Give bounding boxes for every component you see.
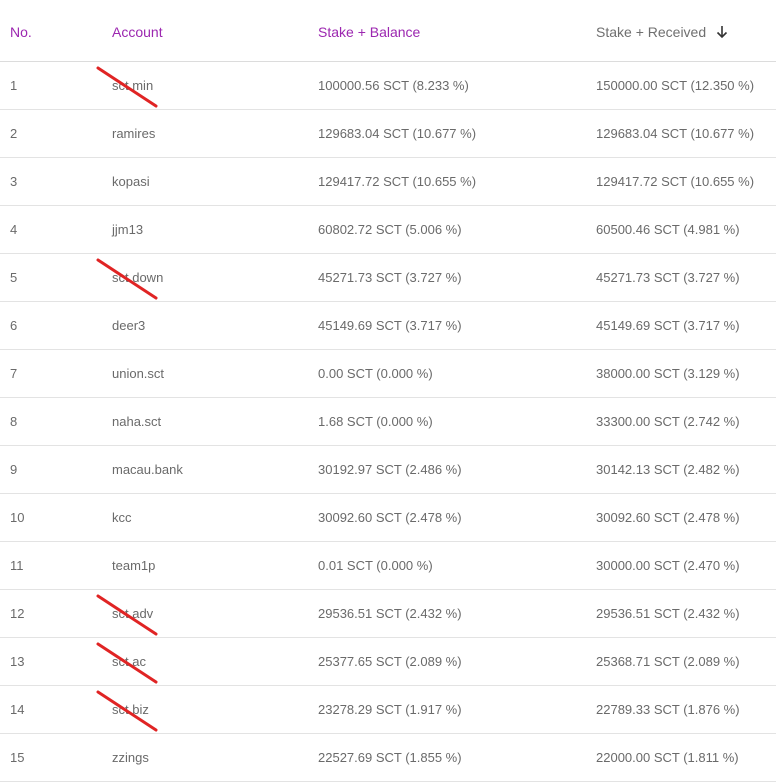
table-row: 3 kopasi 129417.72 SCT (10.655 %) 129417.72…	[0, 158, 776, 206]
row-number: 3	[10, 174, 18, 189]
row-number: 5	[10, 270, 18, 285]
stake-balance-value: 0.00 SCT (0.000 %)	[318, 366, 433, 381]
table-row: 4 jjm13 60802.72 SCT (5.006 %) 60500.46 SCT…	[0, 206, 776, 254]
header-account[interactable]: Account	[112, 24, 163, 40]
table-row: 1 sct.min 100000.56 SCT (8.233 %) 150000.00…	[0, 62, 776, 110]
stake-balance-value: 30192.97 SCT (2.486 %)	[318, 462, 462, 477]
row-number: 6	[10, 318, 18, 333]
account-name[interactable]: kopasi	[112, 174, 150, 189]
row-number: 10	[10, 510, 25, 525]
stake-received-value: 29536.51 SCT (2.432 %)	[596, 606, 740, 621]
row-number: 11	[10, 558, 24, 573]
stake-received-value: 60500.46 SCT (4.981 %)	[596, 222, 740, 237]
stake-balance-value: 1.68 SCT (0.000 %)	[318, 414, 433, 429]
stake-balance-value: 129683.04 SCT (10.677 %)	[318, 126, 477, 141]
stake-balance-value: 22527.69 SCT (1.855 %)	[318, 750, 462, 765]
stake-balance-value: 30092.60 SCT (2.478 %)	[318, 510, 462, 525]
stake-received-value: 30000.00 SCT (2.470 %)	[596, 558, 740, 573]
stake-received-value: 45271.73 SCT (3.727 %)	[596, 270, 740, 285]
account-name[interactable]: sct.adv	[112, 606, 153, 621]
accounts-table: No. Account Stake + Balance Stake + Rece…	[0, 0, 776, 782]
row-number: 9	[10, 462, 18, 477]
stake-received-value: 38000.00 SCT (3.129 %)	[596, 366, 740, 381]
table-header-row: No. Account Stake + Balance Stake + Rece…	[0, 0, 776, 62]
stake-received-value: 22789.33 SCT (1.876 %)	[596, 702, 740, 717]
stake-balance-value: 23278.29 SCT (1.917 %)	[318, 702, 462, 717]
stake-balance-value: 25377.65 SCT (2.089 %)	[318, 654, 462, 669]
account-name[interactable]: zzings	[112, 750, 149, 765]
stake-received-value: 25368.71 SCT (2.089 %)	[596, 654, 740, 669]
stake-received-value: 129683.04 SCT (10.677 %)	[596, 126, 755, 141]
row-number: 8	[10, 414, 18, 429]
account-name[interactable]: jjm13	[112, 222, 143, 237]
row-number: 14	[10, 702, 25, 717]
account-name[interactable]: naha.sct	[112, 414, 161, 429]
stake-received-value: 22000.00 SCT (1.811 %)	[596, 750, 739, 765]
row-number: 13	[10, 654, 25, 669]
stake-balance-value: 0.01 SCT (0.000 %)	[318, 558, 433, 573]
stake-balance-value: 45271.73 SCT (3.727 %)	[318, 270, 462, 285]
stake-received-value: 30092.60 SCT (2.478 %)	[596, 510, 740, 525]
account-name[interactable]: sct.ac	[112, 654, 146, 669]
header-no[interactable]: No.	[10, 24, 32, 40]
table-row: 8 naha.sct 1.68 SCT (0.000 %) 33300.00 SCT …	[0, 398, 776, 446]
stake-received-value: 150000.00 SCT (12.350 %)	[596, 78, 755, 93]
account-name[interactable]: union.sct	[112, 366, 164, 381]
table-row: 6 deer3 45149.69 SCT (3.717 %) 45149.69 SCT…	[0, 302, 776, 350]
header-stake-received[interactable]: Stake + Received	[596, 24, 728, 40]
stake-balance-value: 29536.51 SCT (2.432 %)	[318, 606, 462, 621]
account-name[interactable]: deer3	[112, 318, 145, 333]
stake-balance-value: 129417.72 SCT (10.655 %)	[318, 174, 477, 189]
row-number: 2	[10, 126, 18, 141]
table-row: 2 ramires 129683.04 SCT (10.677 %) 129683.0…	[0, 110, 776, 158]
table-body: 1 sct.min 100000.56 SCT (8.233 %) 150000.00…	[0, 62, 776, 782]
stake-balance-value: 45149.69 SCT (3.717 %)	[318, 318, 462, 333]
table-row: 11 team1p 0.01 SCT (0.000 %) 30000.00 SCT (…	[0, 542, 776, 590]
table-row: 9 macau.bank 30192.97 SCT (2.486 %) 30142.1…	[0, 446, 776, 494]
header-stake-balance[interactable]: Stake + Balance	[318, 24, 420, 40]
stake-received-value: 129417.72 SCT (10.655 %)	[596, 174, 755, 189]
row-number: 4	[10, 222, 18, 237]
arrow-down-icon	[716, 25, 728, 38]
table-row: 12 sct.adv 29536.51 SCT (2.432 %) 29536.51 …	[0, 590, 776, 638]
row-number: 1	[10, 78, 18, 93]
account-name[interactable]: team1p	[112, 558, 155, 573]
stake-received-value: 45149.69 SCT (3.717 %)	[596, 318, 740, 333]
table-row: 10 kcc 30092.60 SCT (2.478 %) 30092.60 SCT …	[0, 494, 776, 542]
table-row: 13 sct.ac 25377.65 SCT (2.089 %) 25368.71 S…	[0, 638, 776, 686]
header-stake-received-label: Stake + Received	[596, 24, 707, 40]
row-number: 7	[10, 366, 18, 381]
stake-balance-value: 100000.56 SCT (8.233 %)	[318, 78, 469, 93]
account-name[interactable]: kcc	[112, 510, 132, 525]
table-row: 7 union.sct 0.00 SCT (0.000 %) 38000.00 SCT…	[0, 350, 776, 398]
account-name[interactable]: sct.min	[112, 78, 153, 93]
stake-balance-value: 60802.72 SCT (5.006 %)	[318, 222, 462, 237]
row-number: 12	[10, 606, 25, 621]
table-row: 5 sct.down 45271.73 SCT (3.727 %) 45271.73 …	[0, 254, 776, 302]
table-row: 14 sct.biz 23278.29 SCT (1.917 %) 22789.33 …	[0, 686, 776, 734]
account-name[interactable]: macau.bank	[112, 462, 183, 477]
account-name[interactable]: sct.biz	[112, 702, 149, 717]
account-name[interactable]: sct.down	[112, 270, 163, 285]
stake-received-value: 30142.13 SCT (2.482 %)	[596, 462, 740, 477]
account-name[interactable]: ramires	[112, 126, 155, 141]
row-number: 15	[10, 750, 25, 765]
stake-received-value: 33300.00 SCT (2.742 %)	[596, 414, 740, 429]
